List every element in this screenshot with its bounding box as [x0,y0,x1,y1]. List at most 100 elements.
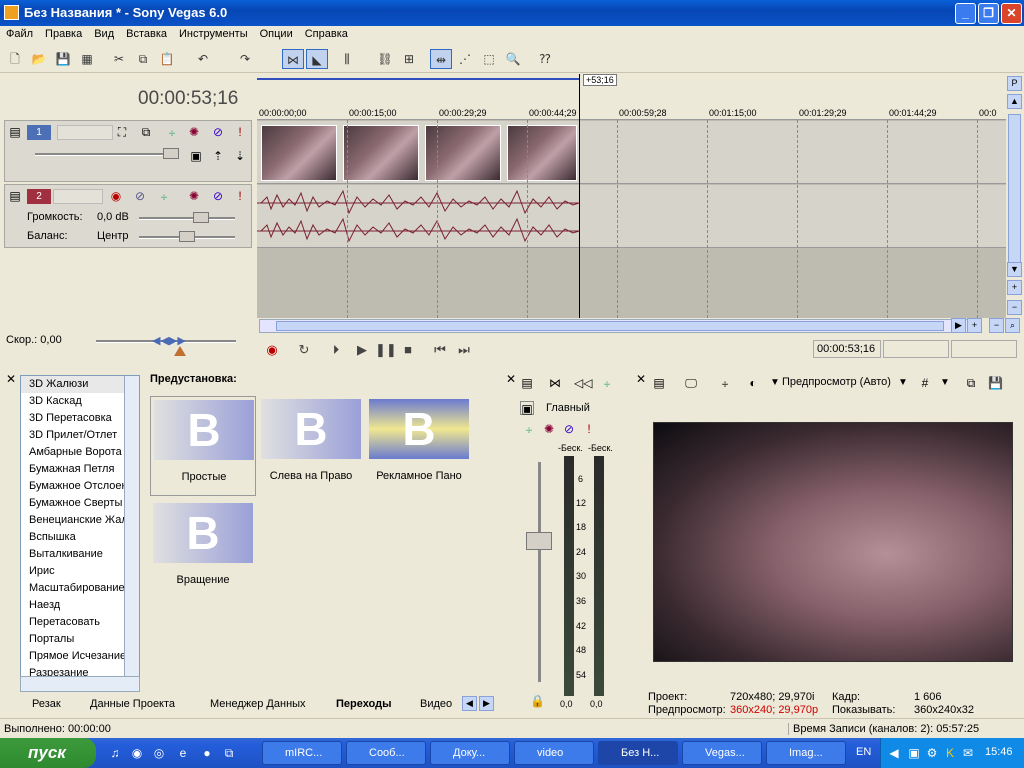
video-clip-thumb[interactable] [343,125,419,181]
preset-thumb[interactable]: B Слева на Право [258,396,364,496]
close-icon[interactable]: ✕ [634,372,648,386]
list-item[interactable]: Ирис [21,563,139,580]
start-button[interactable]: пуск [0,738,96,768]
master-fader-track[interactable] [538,462,541,682]
scroll-up-button[interactable]: ▲ [1007,94,1022,109]
external-monitor-icon[interactable]: 🖵 [684,376,698,390]
selection-length-field[interactable] [951,340,1017,358]
make-child-icon[interactable]: ⇣ [233,149,247,163]
pause-button[interactable]: ❚❚ [375,342,397,358]
pan-thumb[interactable] [179,231,195,242]
volume-thumb[interactable] [193,212,209,223]
list-item[interactable]: Бумажная Петля [21,461,139,478]
solo-icon[interactable]: ! [233,125,247,139]
internet-explorer-icon[interactable]: e [176,746,190,760]
transition-list[interactable]: 3D Жалюзи 3D Каскад 3D Перетасовка 3D Пр… [20,375,140,677]
normal-edit-tool-icon[interactable]: ⇹ [430,49,452,69]
paste-icon[interactable]: 📋 [156,49,178,69]
stop-button[interactable]: ■ [399,342,417,358]
new-file-icon[interactable]: 🗋 [4,49,26,69]
copy-icon[interactable]: ⧉ [132,49,154,69]
track-motion-icon[interactable]: ⧉ [139,125,153,139]
track-name-field[interactable] [57,125,113,140]
tab-transitions[interactable]: Переходы [336,698,392,710]
whats-this-icon[interactable]: ⁇ [534,49,556,69]
quicklaunch-icon[interactable]: ● [200,746,214,760]
save-icon[interactable]: 💾 [52,49,74,69]
audio-waveform[interactable] [257,185,581,248]
mute-icon[interactable]: ⊘ [211,189,225,203]
automation-settings-icon[interactable]: ✺ [187,189,201,203]
parent-composite-icon[interactable]: ▣ [189,149,203,163]
list-item[interactable]: Бумажное Сверты [21,495,139,512]
quicklaunch-icon[interactable]: ◉ [130,746,144,760]
list-item[interactable]: Наезд [21,597,139,614]
lock-icon[interactable]: 🔒 [530,694,545,708]
audio-downmix-icon[interactable]: ◁◁ [574,376,592,390]
fx-icon[interactable]: ⧾ [600,376,614,390]
tab-scroll-left-button[interactable]: ◀ [462,696,477,711]
tray-icon[interactable]: ⚙ [925,746,939,760]
restore-button[interactable]: ❐ [978,3,999,24]
list-item[interactable]: Венецианские Жал [21,512,139,529]
copy-snapshot-icon[interactable]: ⧉ [964,376,978,390]
cut-icon[interactable]: ✂ [108,49,130,69]
bus-icon[interactable]: ⋈ [548,376,562,390]
minimize-button[interactable]: _ [955,3,976,24]
ignore-grouping-icon[interactable]: ⊞ [398,49,420,69]
automation-icon[interactable]: ✺ [542,422,556,436]
task-button[interactable]: Imag... [766,741,846,765]
audio-track-header[interactable]: ▤ 2 ◉ ⊘ ⧾ ✺ ⊘ ! Громкость: 0,0 dB Баланс… [4,184,252,248]
tab-video-fx[interactable]: Видео [420,698,452,710]
menu-view[interactable]: Вид [88,26,120,40]
task-button[interactable]: Сооб... [346,741,426,765]
overlays-icon[interactable]: # [918,376,932,390]
mixer-properties-icon[interactable]: ▤ [520,376,534,390]
play-from-start-button[interactable]: ⏵ [327,342,345,358]
record-button[interactable]: ◉ [263,342,281,358]
task-button[interactable]: video [514,741,594,765]
zoom-out-icon[interactable]: − [989,318,1004,333]
ripple-icon[interactable]: ⫼ [336,49,358,69]
preset-thumb[interactable]: B Рекламное Пано [366,396,472,496]
track-fx-icon[interactable]: ⧾ [165,125,179,139]
go-to-start-button[interactable]: ⏮ [431,342,449,358]
save-snapshot-icon[interactable]: 💾 [988,376,1003,390]
tab-scroll-right-button[interactable]: ▶ [479,696,494,711]
tab-project-media[interactable]: Данные Проекта [90,698,175,710]
master-fx-icon[interactable]: ⧾ [522,422,536,436]
audio-track-lane[interactable] [257,185,1006,248]
preset-thumb[interactable]: B Простые [150,396,256,496]
video-clip-thumb[interactable] [261,125,337,181]
list-item[interactable]: Прямое Исчезание [21,648,139,665]
menu-options[interactable]: Опции [254,26,299,40]
selection-tool-icon[interactable]: ⬚ [478,49,500,69]
selection-start-field[interactable] [883,340,949,358]
menu-tools[interactable]: Инструменты [173,26,254,40]
task-button[interactable]: mIRC... [262,741,342,765]
scroll-thumb[interactable] [276,321,944,331]
menu-insert[interactable]: Вставка [120,26,173,40]
autoripple-icon[interactable]: ◣ [306,49,328,69]
timecode-field[interactable]: 00:00:53;16 [813,340,881,358]
marker-icon[interactable]: P [1007,76,1022,91]
invert-phase-icon[interactable]: ⊘ [133,189,147,203]
menu-help[interactable]: Справка [299,26,354,40]
scroll-thumb[interactable] [1008,114,1021,264]
scroll-right-button[interactable]: ▶ [951,318,966,333]
menu-file[interactable]: Файл [0,26,39,40]
quicklaunch-icon[interactable]: ⧉ [222,746,236,760]
make-parent-icon[interactable]: ⇡ [211,149,225,163]
close-icon[interactable]: ✕ [4,372,18,386]
language-indicator[interactable]: EN [856,746,871,758]
preview-properties-icon[interactable]: ▤ [652,376,666,390]
list-item[interactable]: 3D Каскад [21,393,139,410]
list-item[interactable]: Перетасовать [21,614,139,631]
tray-icon[interactable]: ▣ [907,746,921,760]
scroll-down-button[interactable]: ▼ [1007,262,1022,277]
compositing-level-slider[interactable] [35,153,175,156]
preview-quality-select[interactable]: Предпросмотр (Авто) [782,376,891,388]
time-ruler[interactable]: +53;16 00:00:00;00 00:00:15;00 00:00:29;… [257,74,1006,120]
compositing-level-thumb[interactable] [163,148,179,159]
play-button[interactable]: ▶ [353,342,371,358]
